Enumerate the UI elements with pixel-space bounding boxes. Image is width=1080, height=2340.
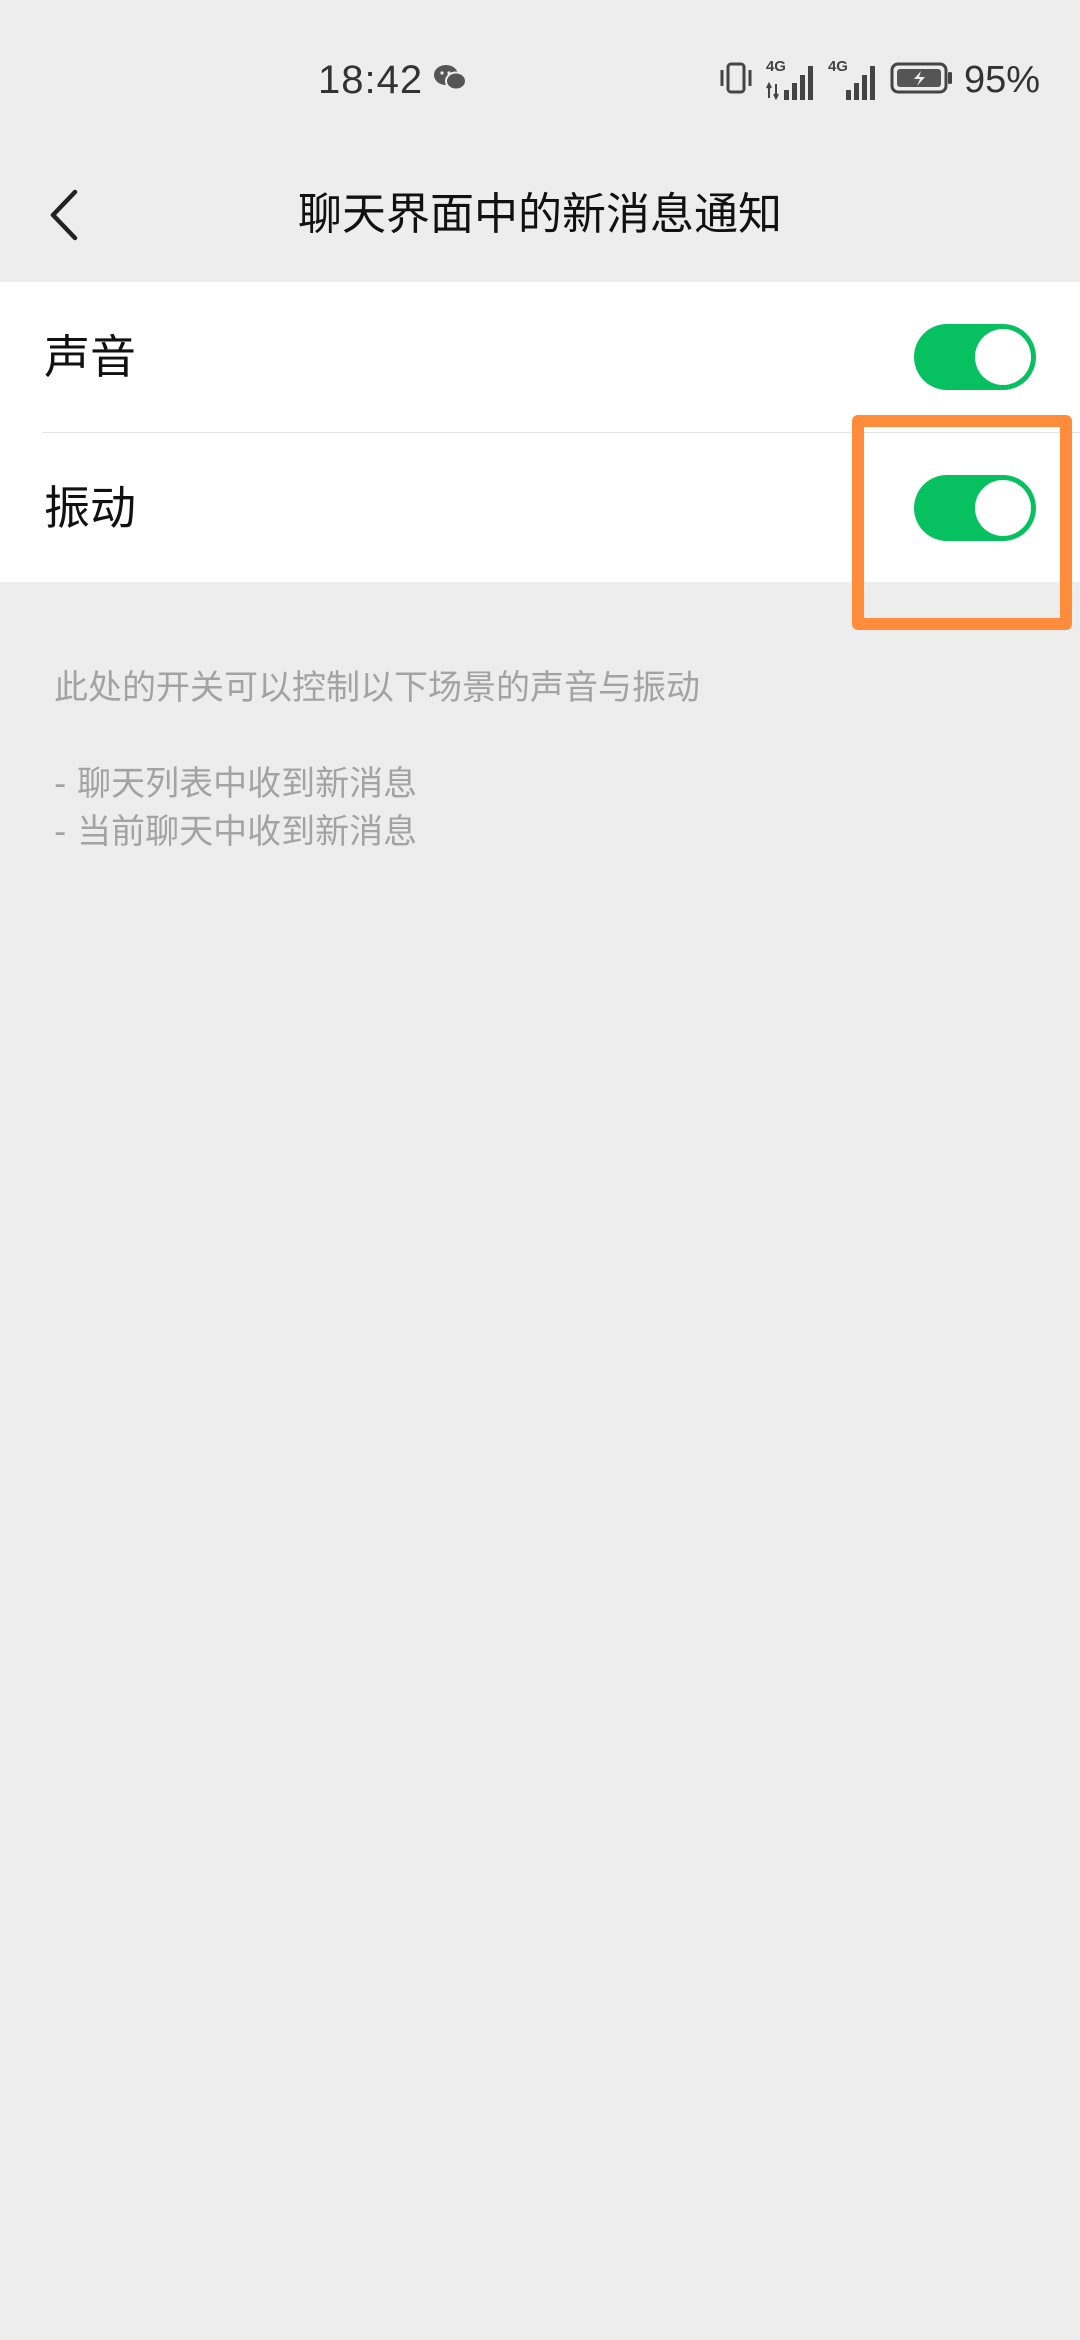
network-type-label-2: 4G — [827, 58, 848, 75]
status-bar: 18:42 4G 4G 95% — [0, 0, 1080, 150]
sound-toggle-knob — [975, 329, 1031, 385]
status-left: 18:42 — [318, 50, 468, 110]
navigation-bar: 聊天界面中的新消息通知 — [0, 150, 1080, 280]
page-title: 聊天界面中的新消息通知 — [298, 189, 782, 240]
description-intro: 此处的开关可以控制以下场景的声音与振动 — [54, 668, 700, 708]
setting-row-vibration[interactable]: 振动 — [0, 433, 1080, 583]
battery-charging-icon — [890, 61, 954, 99]
vibration-toggle[interactable] — [914, 475, 1036, 541]
signal-strength-icon-2: 4G — [828, 58, 880, 102]
description: 此处的开关可以控制以下场景的声音与振动 - 聊天列表中收到新消息 - 当前聊天中… — [54, 664, 1034, 856]
wechat-icon — [433, 63, 468, 97]
network-type-label-1: 4G — [765, 58, 786, 75]
vibration-label: 振动 — [44, 481, 136, 535]
status-right: 4G 4G 95% — [716, 52, 1040, 108]
screen: 18:42 4G 4G 95% 聊天界面中的新消息通知 声音 振动 此处的开关可… — [0, 0, 1080, 2340]
sound-label: 声音 — [44, 330, 136, 384]
setting-row-sound[interactable]: 声音 — [0, 282, 1080, 433]
chevron-left-icon — [50, 189, 78, 241]
description-item: - 聊天列表中收到新消息 — [54, 764, 418, 804]
description-list: - 聊天列表中收到新消息 - 当前聊天中收到新消息 — [54, 760, 1034, 856]
description-item: - 当前聊天中收到新消息 — [54, 812, 418, 852]
vibration-toggle-knob — [975, 480, 1031, 536]
back-button[interactable] — [20, 170, 110, 260]
sound-toggle[interactable] — [914, 324, 1036, 390]
battery-percentage: 95% — [963, 58, 1040, 101]
vibrate-mode-icon — [716, 58, 756, 102]
signal-strength-icon-1: 4G — [766, 58, 818, 102]
settings-list: 声音 振动 — [0, 282, 1080, 582]
status-time: 18:42 — [318, 57, 424, 102]
